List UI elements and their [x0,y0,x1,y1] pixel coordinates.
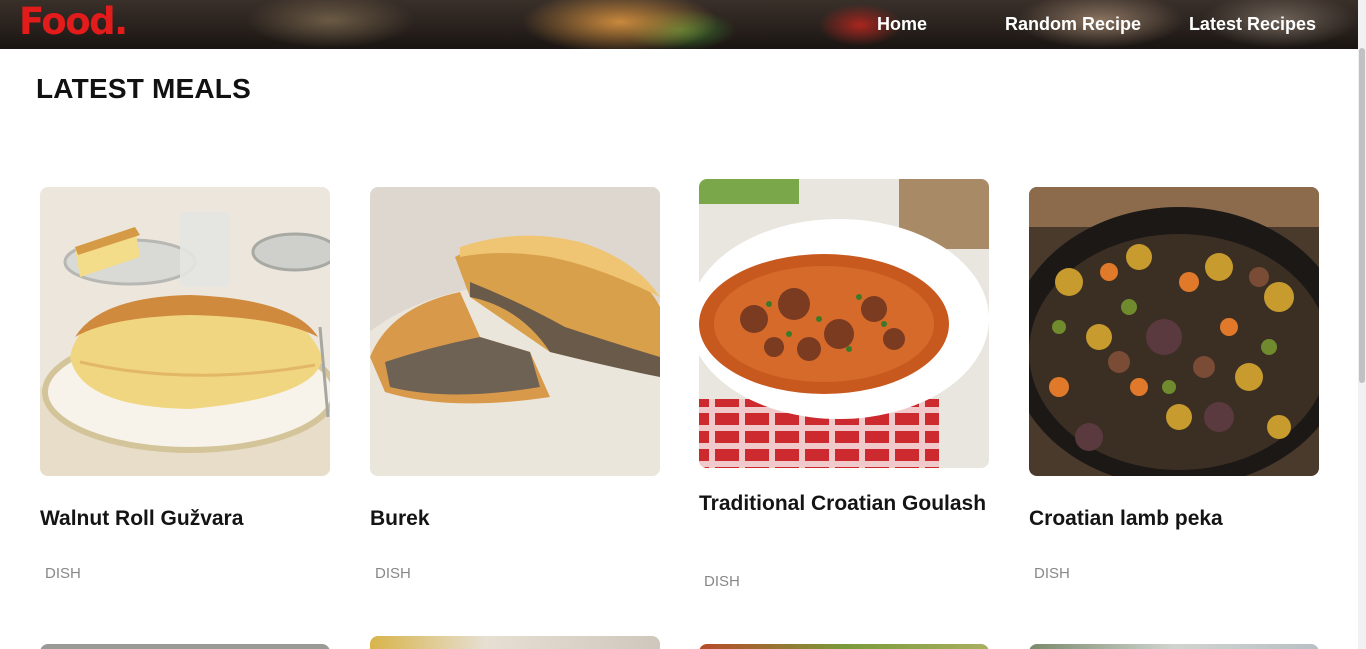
page-scrollbar[interactable] [1358,0,1366,649]
meal-category: DISH [375,565,411,582]
meal-title[interactable]: Walnut Roll Gužvara [40,504,330,534]
meal-category: DISH [704,573,740,590]
meal-image-partial[interactable] [1029,644,1319,649]
meal-image-partial[interactable] [40,644,330,649]
meal-category: DISH [45,565,81,582]
nav-home[interactable]: Home [877,12,927,36]
meal-title[interactable]: Croatian lamb peka [1029,504,1319,534]
site-header: Food. Home Random Recipe Latest Recipes [0,0,1358,49]
meal-image-partial[interactable] [699,644,989,649]
section-title: LATEST MEALS [36,73,251,104]
meal-title[interactable]: Traditional Croatian Goulash [699,489,989,519]
meal-image-partial[interactable] [370,636,660,649]
site-logo[interactable]: Food. [19,0,128,44]
nav-latest-recipes[interactable]: Latest Recipes [1189,12,1316,36]
scrollbar-thumb[interactable] [1359,48,1365,383]
nav-random-recipe[interactable]: Random Recipe [1005,12,1141,36]
meal-image[interactable] [370,187,660,476]
meal-title[interactable]: Burek [370,504,660,534]
meal-image[interactable] [40,187,330,476]
meal-category: DISH [1034,565,1070,582]
meal-image[interactable] [699,179,989,468]
meal-image[interactable] [1029,187,1319,476]
